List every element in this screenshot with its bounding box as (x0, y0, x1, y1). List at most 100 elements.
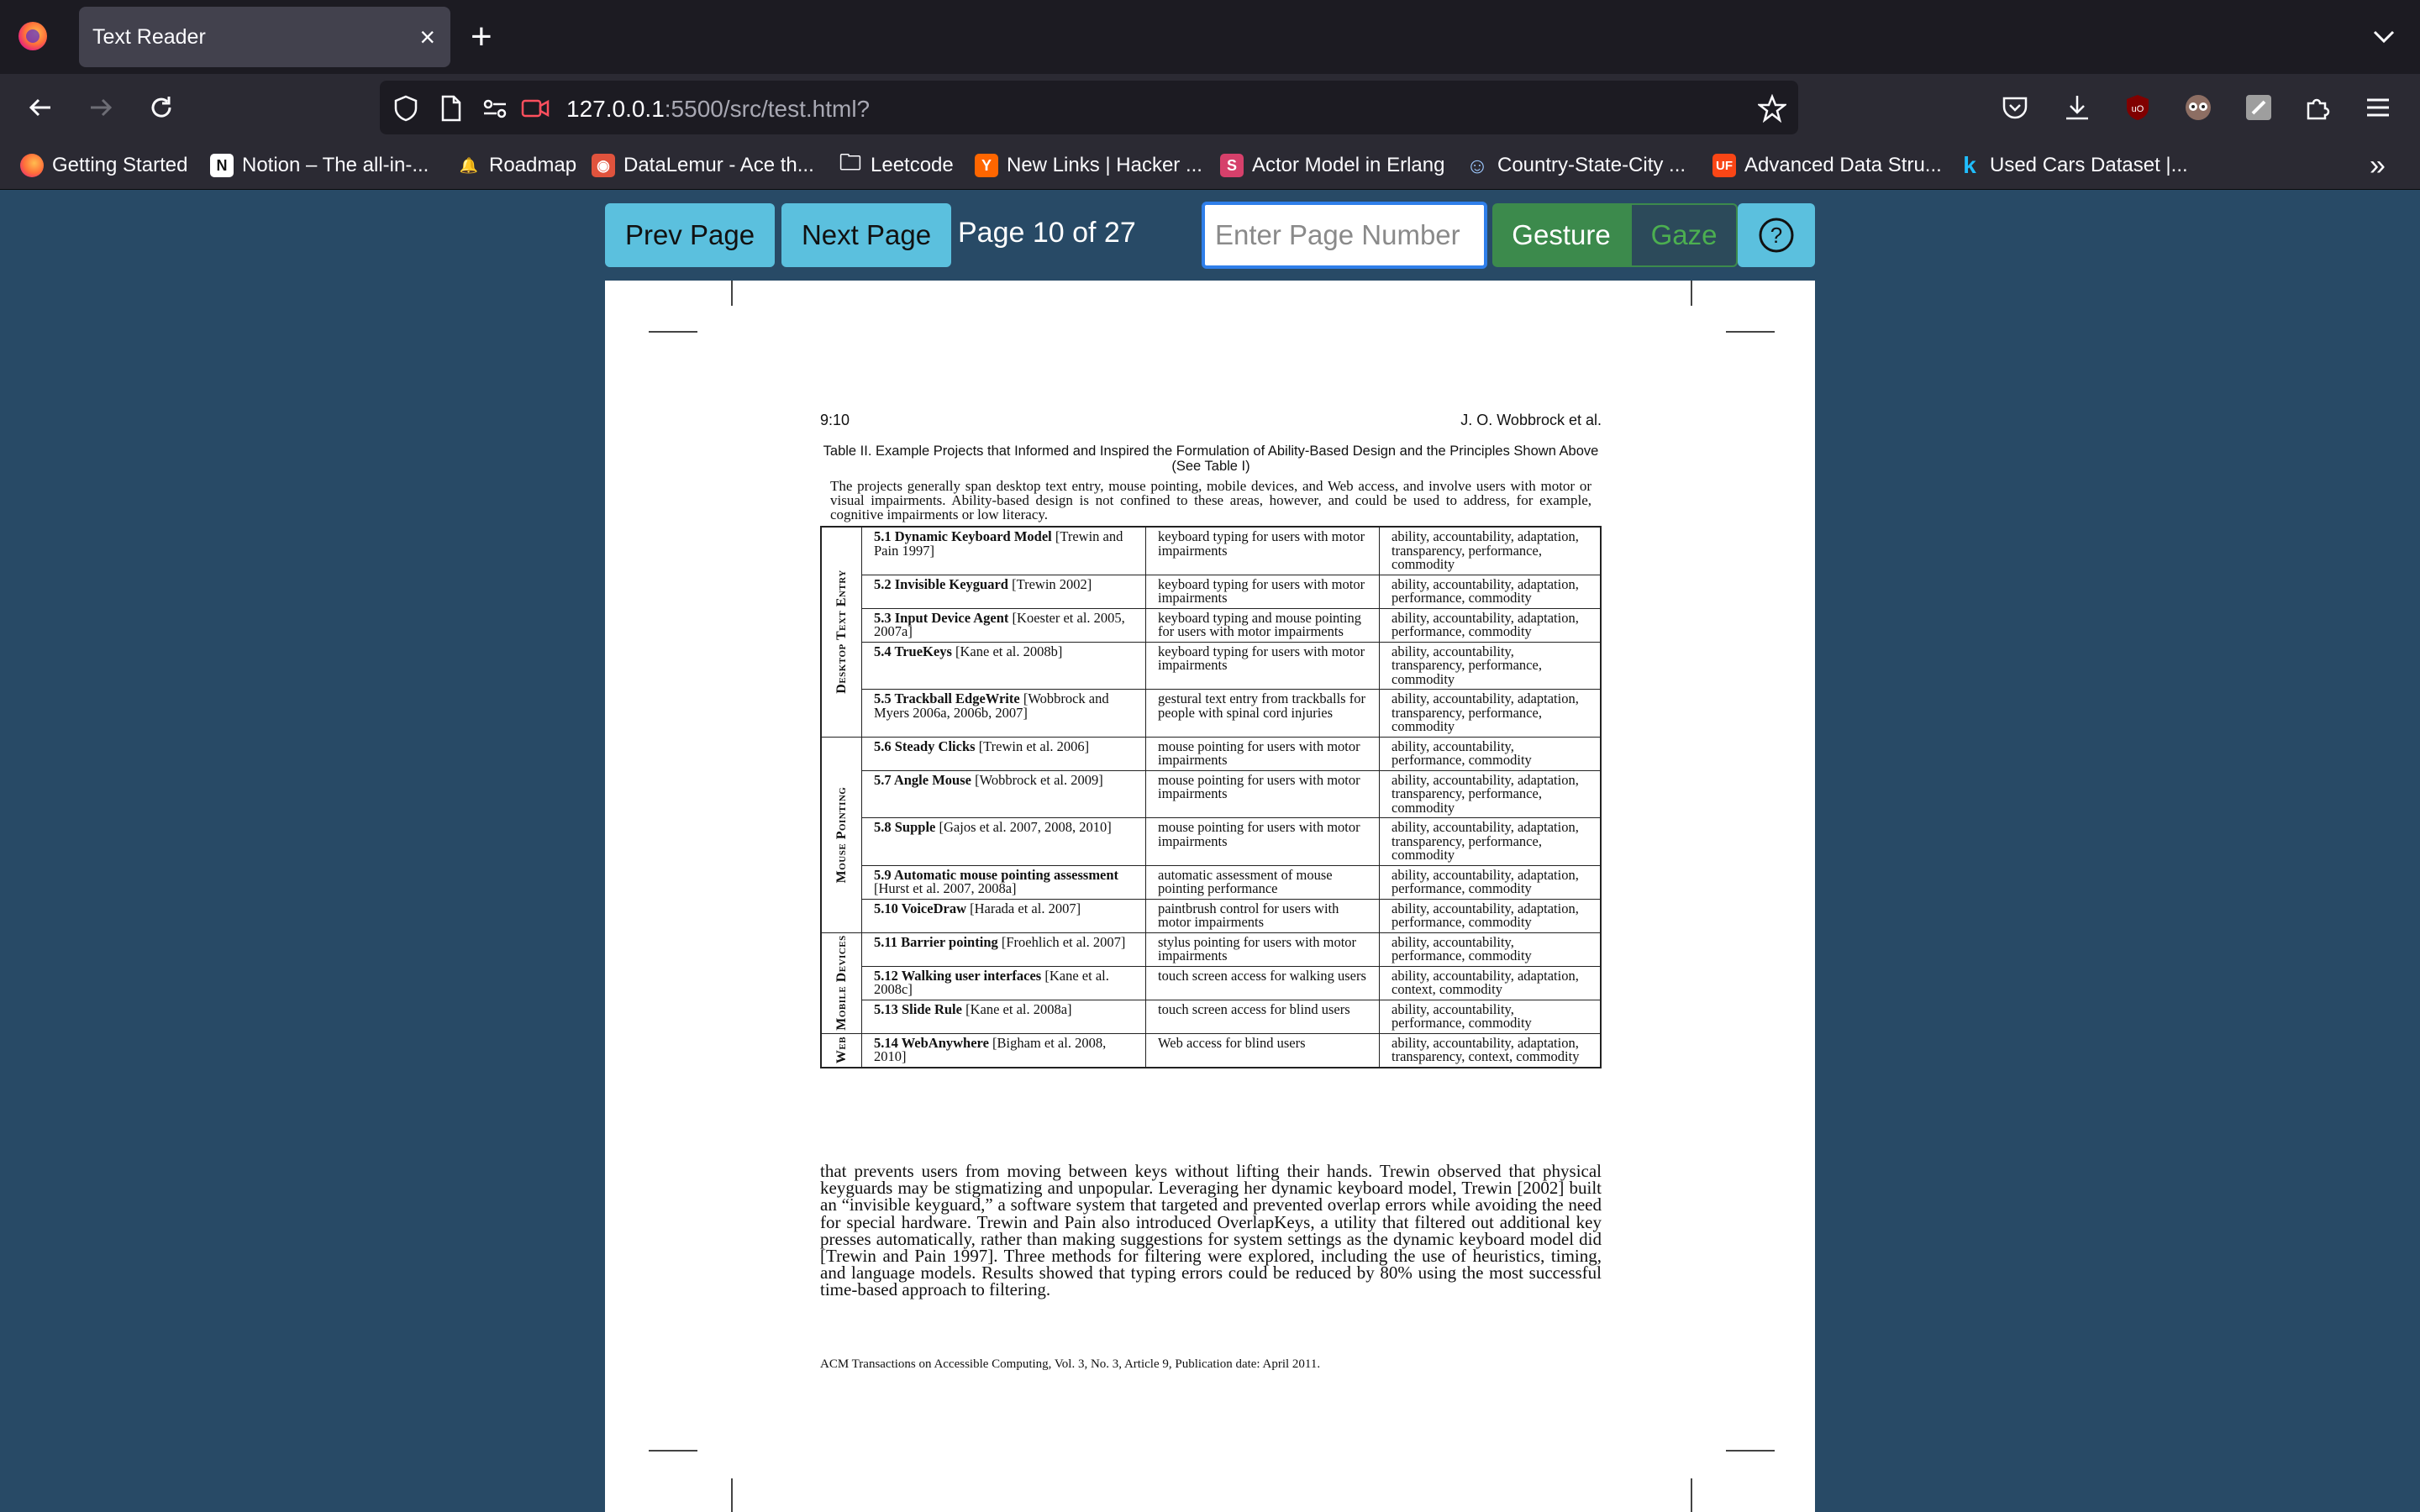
project-reference: [Gajos et al. 2007, 2008, 2010] (939, 819, 1112, 835)
table-row: 5.10 VoiceDraw [Harada et al. 2007] paint… (862, 899, 1600, 932)
bookmark-notion[interactable]: N Notion – The all-in-... (210, 151, 429, 180)
project-cell: 5.10 VoiceDraw [Harada et al. 2007] (862, 899, 1146, 932)
chevron-down-icon[interactable] (2370, 22, 2398, 50)
table-row: 5.7 Angle Mouse [Wobbrock et al. 2009] mo… (862, 770, 1600, 818)
group-label: Web (822, 1033, 862, 1067)
bookmark-star-icon[interactable] (1758, 94, 1786, 123)
project-title: 5.7 Angle Mouse (874, 771, 971, 788)
project-cell: 5.14 WebAnywhere [Bigham et al. 2008, 20… (862, 1033, 1146, 1067)
shield-icon[interactable] (392, 94, 420, 123)
permissions-icon[interactable] (481, 94, 509, 123)
new-tab-button[interactable]: + (471, 15, 492, 59)
bookmark-leetcode[interactable]: 🗀 Leetcode (839, 150, 954, 180)
bookmark-label: Country-State-City ... (1497, 154, 1686, 176)
extension-eyes-icon[interactable] (2181, 91, 2215, 124)
table-group: Desktop Text Entry 5.1 Dynamic Keyboard M… (822, 528, 1600, 738)
bell-icon: 🔔 (459, 156, 479, 174)
ublock-icon[interactable]: uO (2121, 91, 2154, 124)
datalemur-icon: ◉ (592, 154, 615, 177)
hamburger-menu-icon[interactable] (2361, 91, 2395, 124)
bookmarks-overflow-icon[interactable]: » (2370, 150, 2386, 181)
table-row: 5.1 Dynamic Keyboard Model [Trewin and P… (862, 528, 1600, 575)
running-head: 9:10 J. O. Wobbrock et al. (820, 412, 1602, 429)
group-label-text: Web (834, 1036, 849, 1064)
bookmark-label: Used Cars Dataset |... (1990, 154, 2188, 176)
help-label: ? (1770, 223, 1782, 248)
project-principles: ability, accountability, performance, co… (1392, 933, 1532, 963)
project-cell: 5.11 Barrier pointing [Froehlich et al. … (862, 932, 1146, 966)
forward-arrow-icon[interactable] (81, 87, 121, 128)
pocket-icon[interactable] (1998, 91, 2032, 124)
table-row: 5.2 Invisible Keyguard [Trewin 2002] keyb… (862, 575, 1600, 609)
help-button[interactable]: ? (1738, 203, 1815, 267)
project-principles: ability, accountability, adaptation, per… (1392, 575, 1579, 606)
group-label-text: Mouse Pointing (834, 786, 849, 883)
project-cell: 5.8 Supple [Gajos et al. 2007, 2008, 201… (862, 818, 1146, 865)
notion-icon: N (210, 154, 234, 177)
extension-slash-icon[interactable] (2242, 91, 2275, 124)
table-group: Mobile Devices 5.11 Barrier pointing [Fro… (822, 932, 1600, 1034)
tab-text-reader[interactable]: Text Reader × (79, 7, 450, 67)
url-bar[interactable]: 127.0.0.1:5500/src/test.html? (380, 81, 1798, 134)
prev-page-button[interactable]: Prev Page (605, 203, 775, 267)
camera-blocked-icon[interactable] (521, 94, 550, 123)
bookmark-advanced-data-structures[interactable]: UF Advanced Data Stru... (1712, 151, 1942, 180)
project-description: gestural text entry from trackballs for … (1146, 690, 1380, 737)
kaggle-icon: k (1963, 152, 1976, 178)
gesture-button[interactable]: Gesture (1492, 203, 1630, 267)
uf-icon: UF (1712, 154, 1736, 177)
bookmark-country-state-city[interactable]: ☺ Country-State-City ... (1465, 151, 1686, 180)
tab-title: Text Reader (92, 25, 206, 49)
table-row: 5.12 Walking user interfaces [Kane et al… (862, 966, 1600, 1000)
scribd-icon: S (1220, 154, 1244, 177)
bookmark-actor-model[interactable]: S Actor Model in Erlang (1220, 151, 1444, 180)
page-number: 9:10 (820, 412, 850, 428)
project-description: touch screen access for blind users (1146, 1000, 1380, 1033)
reload-icon[interactable] (141, 87, 182, 128)
tab-bar: Text Reader × + (0, 0, 2420, 74)
bookmark-roadmap[interactable]: 🔔 Roadmap (457, 151, 576, 180)
body-paragraph: that prevents users from moving between … (820, 1161, 1602, 1300)
hackernews-icon: Y (975, 154, 998, 177)
table-row: 5.5 Trackball EdgeWrite [Wobbrock and My… (862, 690, 1600, 737)
project-description: touch screen access for walking users (1146, 966, 1380, 1000)
bookmark-label: Actor Model in Erlang (1252, 154, 1445, 176)
project-title: 5.4 TrueKeys (874, 643, 952, 659)
project-reference: [Froehlich et al. 2007] (1001, 933, 1126, 950)
crop-mark (649, 1450, 697, 1452)
project-reference: [Hurst et al. 2007, 2008a] (874, 880, 1017, 896)
downloads-icon[interactable] (2060, 91, 2094, 124)
back-arrow-icon[interactable] (20, 87, 60, 128)
group-label: Mobile Devices (822, 932, 862, 1033)
project-principles: ability, accountability, adaptation, tra… (1392, 1034, 1580, 1064)
project-cell: 5.4 TrueKeys [Kane et al. 2008b] (862, 642, 1146, 689)
project-reference: [Trewin 2002] (1012, 575, 1092, 592)
project-principles: ability, accountability, transparency, p… (1392, 643, 1542, 687)
author: J. O. Wobbrock et al. (1460, 412, 1602, 428)
extensions-puzzle-icon[interactable] (2301, 91, 2334, 124)
project-principles: ability, accountability, performance, co… (1392, 1000, 1532, 1031)
url-path: :5500/src/test.html? (664, 96, 871, 122)
project-cell: 5.6 Steady Clicks [Trewin et al. 2006] (862, 737, 1146, 770)
close-tab-icon[interactable]: × (419, 20, 435, 54)
project-principles: ability, accountability, performance, co… (1392, 738, 1532, 768)
bookmark-getting-started[interactable]: Getting Started (20, 151, 187, 180)
next-page-button[interactable]: Next Page (781, 203, 951, 267)
document-page: 9:10 J. O. Wobbrock et al. Table II. Exa… (605, 281, 1815, 1512)
url-host: 127.0.0.1 (566, 96, 665, 122)
table-row: 5.11 Barrier pointing [Froehlich et al. … (862, 932, 1600, 967)
url-text[interactable]: 127.0.0.1:5500/src/test.html? (566, 96, 870, 123)
bookmark-label: Getting Started (52, 154, 188, 176)
page-number-input[interactable] (1202, 202, 1487, 269)
bookmark-label: New Links | Hacker ... (1007, 154, 1202, 176)
bookmark-datalemur[interactable]: ◉ DataLemur - Ace th... (592, 151, 814, 180)
page-icon[interactable] (437, 94, 466, 123)
gaze-button[interactable]: Gaze (1630, 203, 1738, 267)
table-row: 5.6 Steady Clicks [Trewin et al. 2006] mo… (862, 737, 1600, 771)
firefox-icon[interactable] (18, 22, 47, 50)
bookmark-used-cars[interactable]: k Used Cars Dataset |... (1958, 151, 2188, 180)
project-title: 5.2 Invisible Keyguard (874, 575, 1008, 592)
bookmark-label: Roadmap (489, 154, 577, 176)
project-description: mouse pointing for users with motor impa… (1146, 770, 1380, 817)
bookmark-hacker-news[interactable]: Y New Links | Hacker ... (975, 151, 1202, 180)
